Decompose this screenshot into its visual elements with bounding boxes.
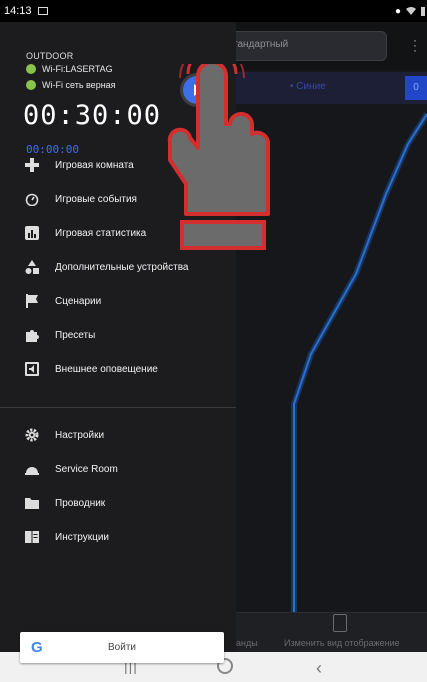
menu-item-game-stats[interactable]: Игровая статистика [0,216,236,250]
menu-item-game-events[interactable]: Игровые события [0,182,236,216]
menu-item-settings[interactable]: Настройки [0,418,236,452]
puzzle-icon [25,328,39,342]
speaker-icon [25,362,39,376]
menu-item-label: Service Room [55,463,118,475]
menu-divider [0,407,236,408]
menu-item-instructions[interactable]: Инструкции [0,520,236,554]
more-options-icon[interactable]: · · · [413,34,417,56]
gallery-notification-icon [37,7,48,15]
game-mode-label: OUTDOOR [26,51,74,61]
service-bell-icon [25,462,39,476]
menu-item-label: Игровая комната [55,159,134,171]
menu-item-label: Инструкции [55,531,110,543]
menu-item-scenarios[interactable]: Сценарии [0,284,236,318]
menu-item-extra-devices[interactable]: Дополнительные устройства [0,250,236,284]
bottom-nav-teams-label[interactable]: анды [236,638,258,648]
menu-item-label: Проводник [55,497,106,509]
book-icon [25,530,39,544]
team-name: • Синие [290,81,326,92]
battery-icon [421,6,425,16]
wifi-check-row: Wi-Fi сеть верная [26,80,116,90]
wifi-icon [406,7,416,15]
flag-icon [25,294,39,308]
team-bar [236,72,427,104]
menu-item-label: Игровая статистика [55,227,147,239]
play-button[interactable] [183,76,211,104]
status-bar: 14:13 ● [0,0,427,22]
play-icon [194,84,202,96]
menu-item-label: Сценарии [55,295,102,307]
change-view-icon[interactable] [333,614,347,632]
menu-item-service-room[interactable]: Service Room [0,452,236,486]
activity-graph [291,112,427,612]
navigation-drawer: OUTDOOR Wi-Fi:LASERTAG Wi-Fi сеть верная… [0,22,236,663]
google-login-button[interactable]: G Войти [20,632,224,663]
back-icon[interactable]: ‹ [316,658,322,679]
status-time: 14:13 [4,5,32,17]
wifi-check-status: Wi-Fi сеть верная [42,80,116,90]
bottom-nav-change-view-label[interactable]: Изменить вид отображение [284,638,400,648]
connection-status-icon [26,64,36,74]
menu-item-explorer[interactable]: Проводник [0,486,236,520]
location-icon: ● [394,5,401,17]
gamepad-icon [25,158,39,172]
folder-icon [25,496,39,510]
wifi-ok-icon [26,80,36,90]
menu-item-label: Пресеты [55,329,96,341]
menu-item-label: Настройки [55,429,105,441]
gear-icon [25,428,39,442]
login-label: Войти [108,642,136,653]
menu-item-label: Дополнительные устройства [55,261,189,273]
bar-chart-icon [25,226,39,240]
timer-icon [25,192,39,206]
game-timer: 00:30:00 [23,100,162,131]
game-mode-select[interactable]: тандартный [222,31,387,61]
menu-item-label: Игровые события [55,193,137,205]
wifi-name: Wi-Fi:LASERTAG [42,64,113,74]
menu-item-presets[interactable]: Пресеты [0,318,236,352]
devices-icon [25,260,39,274]
menu-item-label: Внешнее оповещение [55,363,158,375]
wifi-status-row: Wi-Fi:LASERTAG [26,64,113,74]
menu-item-game-room[interactable]: Игровая комната [0,148,236,182]
team-count-badge: 0 [405,76,427,100]
menu-item-external-notify[interactable]: Внешнее оповещение [0,352,236,386]
